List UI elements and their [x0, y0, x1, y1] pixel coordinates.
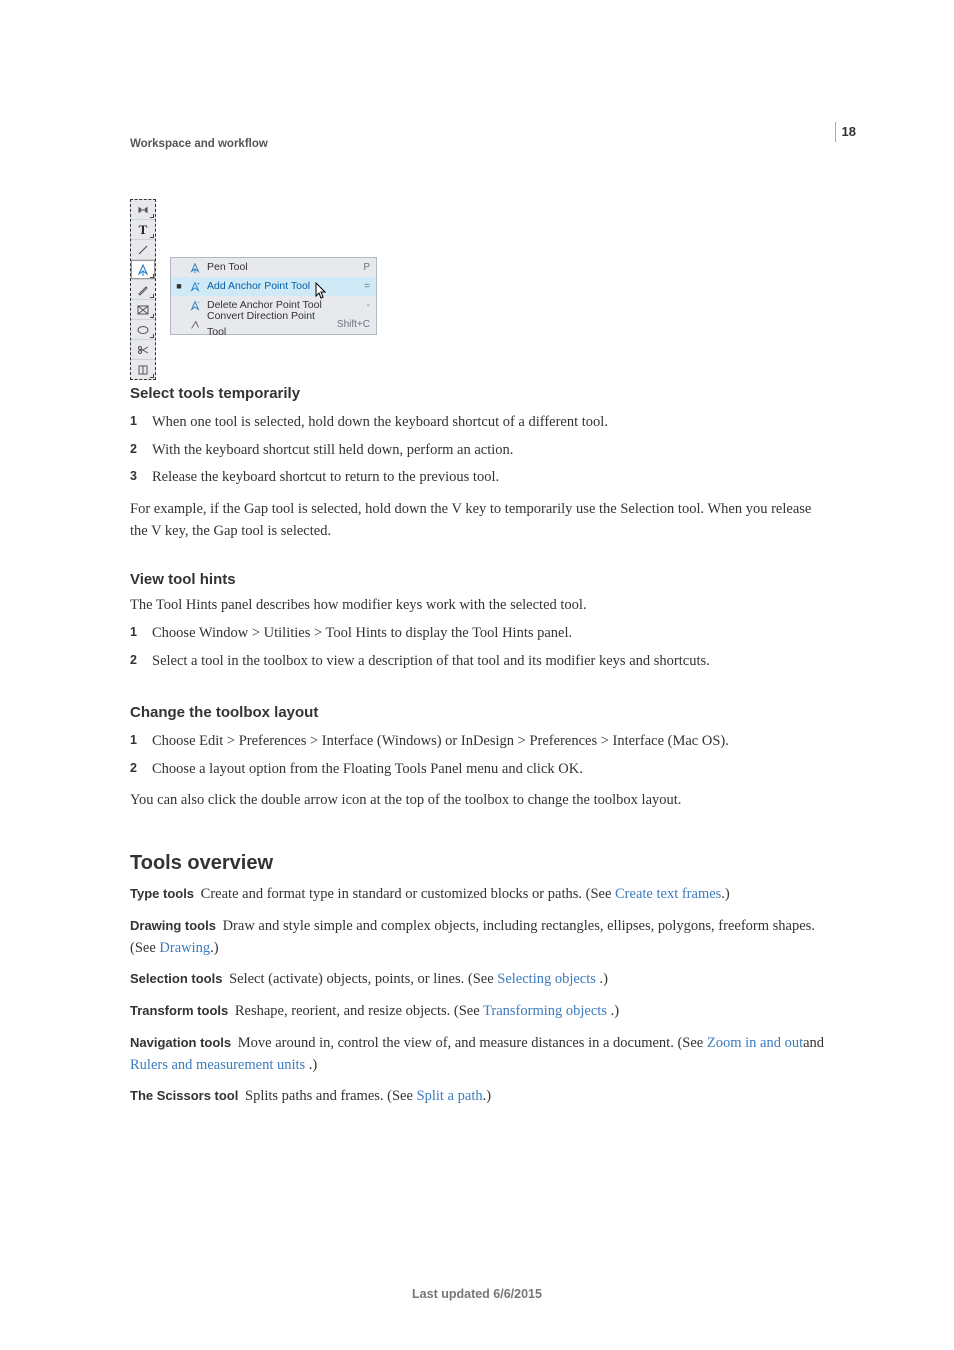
flyout-label: Pen Tool: [207, 260, 323, 276]
overview-text: Select (activate) objects, points, or li…: [229, 971, 497, 987]
flyout-item-pen: Pen Tool P: [171, 258, 376, 277]
paragraph: For example, if the Gap tool is selected…: [130, 499, 829, 543]
pen-tool-flyout: Pen Tool P ■ + Add Anchor Point Tool = −…: [170, 257, 377, 335]
runin-term: Selection tools: [130, 971, 222, 986]
list-item: Choose Window > Utilities > Tool Hints t…: [130, 621, 829, 649]
steps-view-hints: Choose Window > Utilities > Tool Hints t…: [130, 621, 829, 677]
tool-flyout-figure: T: [130, 199, 377, 357]
heading-tools-overview: Tools overview: [130, 848, 829, 878]
runin-term: Type tools: [130, 886, 194, 901]
list-item: When one tool is selected, hold down the…: [130, 410, 829, 438]
flyout-shortcut: =: [328, 279, 370, 294]
delete-anchor-icon: −: [188, 300, 202, 312]
overview-text-post: .): [721, 886, 729, 902]
paragraph: The Tool Hints panel describes how modif…: [130, 595, 829, 617]
toolbox-pencil-icon: [131, 279, 155, 299]
list-item: Choose Edit > Preferences > Interface (W…: [130, 729, 829, 757]
toolbox-line-icon: [131, 239, 155, 259]
add-anchor-icon: +: [188, 281, 202, 293]
overview-item-transform: Transform tools Reshape, reorient, and r…: [130, 1001, 829, 1023]
overview-text: Draw and style simple and complex object…: [130, 918, 815, 956]
svg-text:+: +: [197, 281, 200, 287]
cursor-pointer-icon: [315, 282, 329, 300]
toolbox-gap-icon: [131, 200, 155, 219]
runin-term: Navigation tools: [130, 1035, 231, 1050]
overview-item-navigation: Navigation tools Move around in, control…: [130, 1033, 829, 1077]
pen-icon: [188, 262, 202, 274]
toolbox-scissors-icon: [131, 339, 155, 359]
flyout-item-add-anchor: ■ + Add Anchor Point Tool =: [171, 277, 376, 296]
runin-term: The Scissors tool: [130, 1088, 238, 1103]
list-item: With the keyboard shortcut still held do…: [130, 438, 829, 466]
link-split-path[interactable]: Split a path: [417, 1088, 483, 1104]
flyout-item-convert-point: Convert Direction Point Tool Shift+C: [171, 315, 376, 334]
steps-select-tools: When one tool is selected, hold down the…: [130, 410, 829, 493]
runin-term: Drawing tools: [130, 918, 216, 933]
overview-text-post: .): [600, 971, 608, 987]
link-zoom-in-out[interactable]: Zoom in and out: [707, 1035, 803, 1051]
flyout-label: Convert Direction Point Tool: [207, 309, 323, 341]
list-item: Choose a layout option from the Floating…: [130, 757, 829, 785]
running-header: Workspace and workflow: [130, 136, 829, 153]
list-item: Release the keyboard shortcut to return …: [130, 465, 829, 493]
overview-text-post: .): [611, 1003, 619, 1019]
link-drawing[interactable]: Drawing: [159, 940, 210, 956]
overview-text: Move around in, control the view of, and…: [238, 1035, 707, 1051]
svg-text:−: −: [197, 300, 200, 306]
overview-item-drawing: Drawing tools Draw and style simple and …: [130, 916, 829, 960]
page-number: 18: [835, 122, 856, 142]
runin-term: Transform tools: [130, 1003, 228, 1018]
overview-text: Create and format type in standard or cu…: [201, 886, 615, 902]
paragraph: You can also click the double arrow icon…: [130, 790, 829, 812]
toolbox-ellipse-icon: [131, 319, 155, 339]
overview-item-type: Type tools Create and format type in sta…: [130, 884, 829, 906]
link-selecting-objects[interactable]: Selecting objects: [497, 971, 599, 987]
heading-view-hints: View tool hints: [130, 569, 829, 592]
overview-text-post: and: [803, 1035, 824, 1051]
overview-item-selection: Selection tools Select (activate) object…: [130, 969, 829, 991]
link-create-text-frames[interactable]: Create text frames: [615, 886, 721, 902]
overview-text-post2: .): [309, 1057, 317, 1073]
toolbox-transform-icon: [131, 359, 155, 379]
overview-text-post: .): [210, 940, 218, 956]
flyout-bullet: ■: [175, 280, 183, 294]
heading-select-tools: Select tools temporarily: [130, 383, 829, 406]
toolbox-strip: T: [130, 199, 156, 380]
link-transforming-objects[interactable]: Transforming objects: [483, 1003, 611, 1019]
toolbox-type-icon: T: [131, 219, 155, 239]
flyout-shortcut: Shift+C: [328, 317, 370, 332]
flyout-shortcut: -: [328, 298, 370, 313]
link-rulers-units[interactable]: Rulers and measurement units: [130, 1057, 309, 1073]
toolbox-pen-icon: [131, 259, 155, 279]
convert-point-icon: [188, 319, 202, 331]
toolbox-rect-frame-icon: [131, 299, 155, 319]
heading-change-layout: Change the toolbox layout: [130, 702, 829, 725]
flyout-shortcut: P: [328, 260, 370, 275]
overview-item-scissors: The Scissors tool Splits paths and frame…: [130, 1086, 829, 1108]
overview-text: Reshape, reorient, and resize objects. (…: [235, 1003, 483, 1019]
page-footer: Last updated 6/6/2015: [0, 1285, 954, 1304]
flyout-label: Add Anchor Point Tool: [207, 279, 323, 295]
list-item: Select a tool in the toolbox to view a d…: [130, 649, 829, 677]
overview-text-post: .): [483, 1088, 491, 1104]
steps-change-layout: Choose Edit > Preferences > Interface (W…: [130, 729, 829, 785]
overview-text: Splits paths and frames. (See: [245, 1088, 417, 1104]
